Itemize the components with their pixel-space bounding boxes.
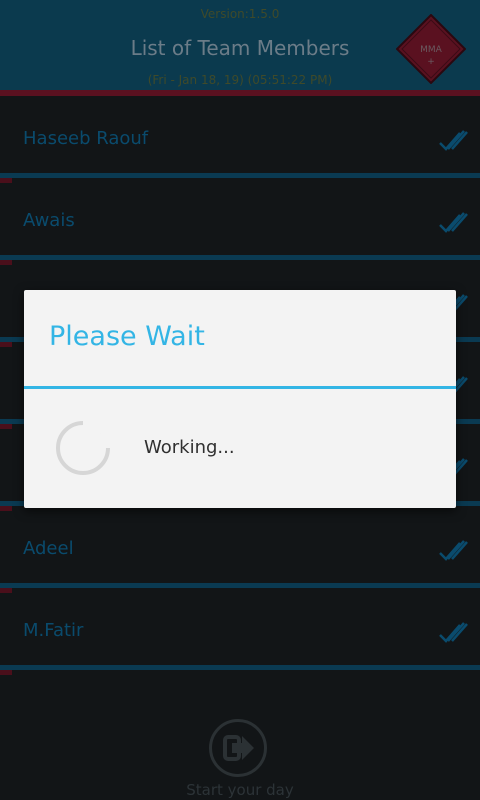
dialog-title: Please Wait xyxy=(49,321,205,352)
please-wait-dialog: Please Wait Working... xyxy=(24,290,456,508)
exit-arrow-icon xyxy=(223,735,254,761)
list-item[interactable]: Haseeb Raouf xyxy=(0,96,480,183)
double-check-icon[interactable] xyxy=(438,129,468,153)
logo-text: MMA xyxy=(420,45,443,55)
svg-text:+: + xyxy=(427,57,435,67)
row-divider xyxy=(0,665,480,670)
member-name: Adeel xyxy=(23,538,74,559)
member-name: M.Fatir xyxy=(23,620,84,641)
member-name: Haseeb Raouf xyxy=(23,128,149,149)
double-check-icon[interactable] xyxy=(438,621,468,645)
list-item[interactable]: M.Fatir xyxy=(0,588,480,675)
double-check-icon[interactable] xyxy=(438,211,468,235)
dialog-message: Working... xyxy=(144,437,235,458)
dialog-divider xyxy=(24,386,456,389)
loading-spinner-icon xyxy=(56,420,111,475)
start-day-button[interactable] xyxy=(209,719,267,777)
member-name: Awais xyxy=(23,210,75,231)
mma-logo: MMA + xyxy=(396,14,466,84)
row-divider-mark xyxy=(0,670,12,675)
list-item[interactable]: Awais xyxy=(0,178,480,265)
start-day-label[interactable]: Start your day xyxy=(0,781,480,799)
list-item[interactable]: Adeel xyxy=(0,506,480,593)
app-header: Version:1.5.0 List of Team Members (Fri … xyxy=(0,0,480,92)
double-check-icon[interactable] xyxy=(438,539,468,563)
